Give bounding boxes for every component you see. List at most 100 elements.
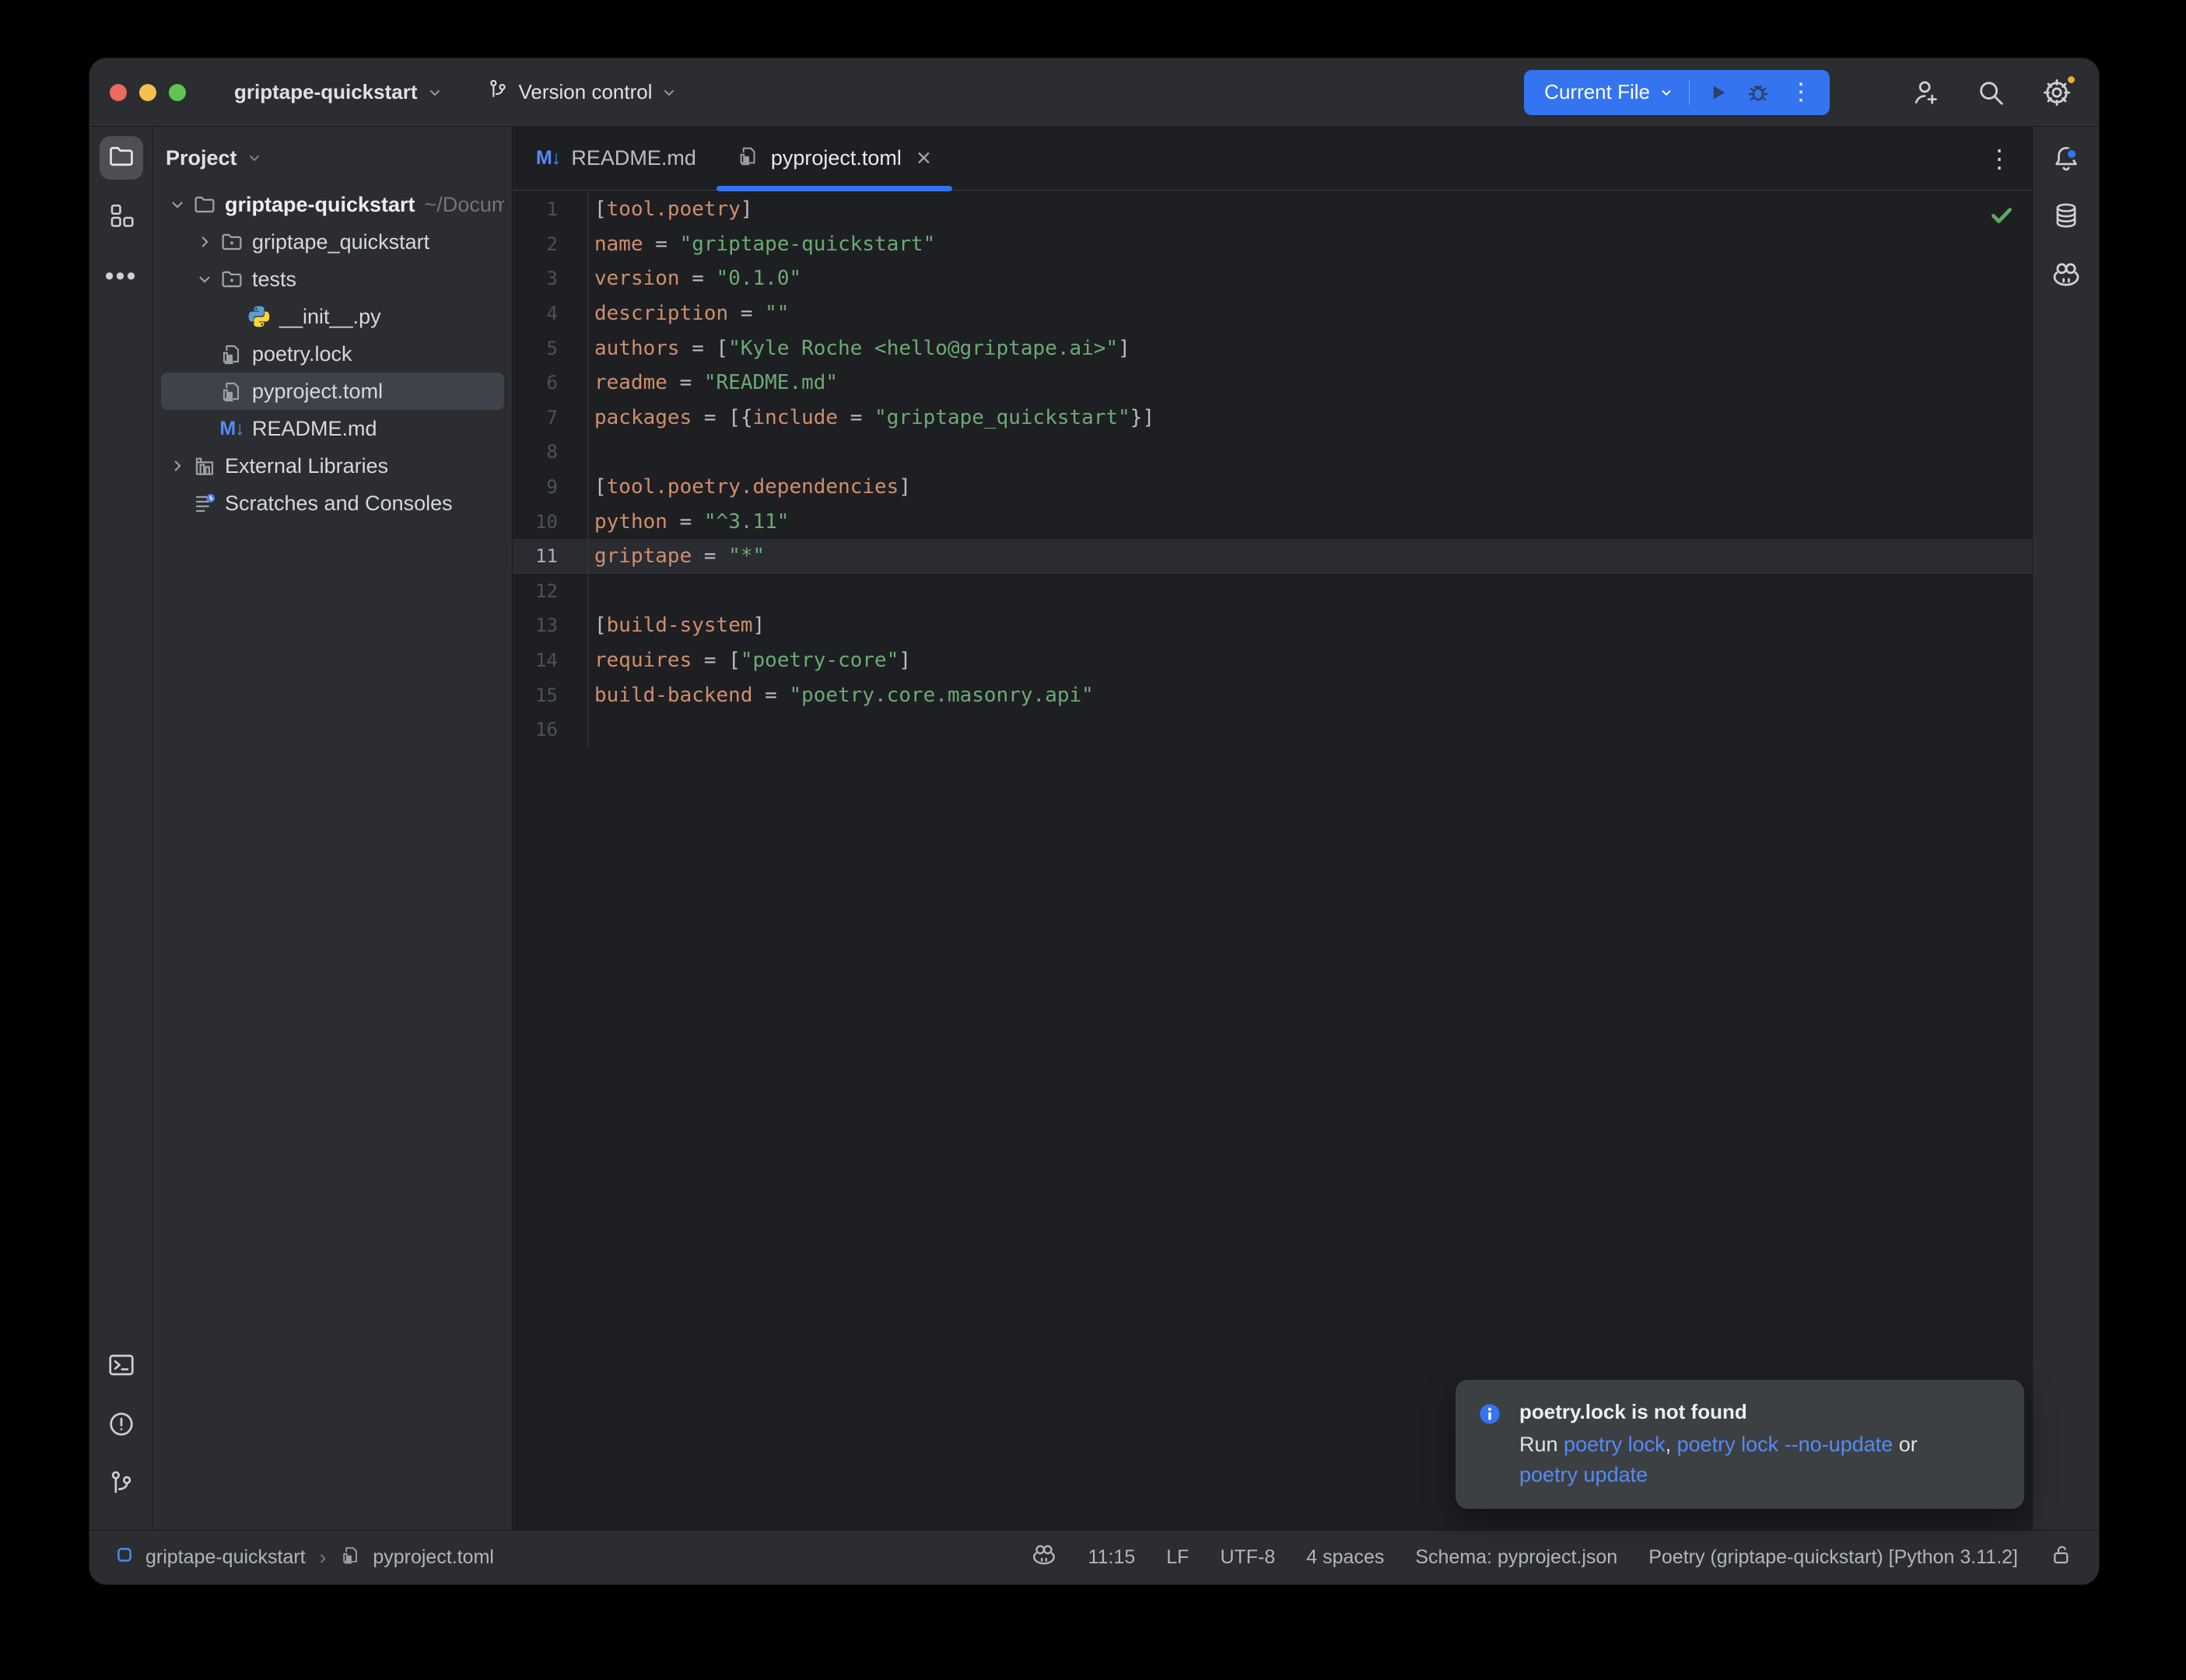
chevron-right-icon[interactable] [164, 457, 191, 474]
close-window-button[interactable] [110, 84, 127, 101]
add-user-button[interactable] [1911, 78, 1940, 107]
more-tool-windows-button[interactable]: ••• [100, 254, 143, 298]
breadcrumb-file[interactable]: pyproject.toml [373, 1546, 494, 1569]
package-folder-icon [218, 229, 246, 254]
line-content: version = "0.1.0" [587, 261, 2032, 296]
editor-options-kebab-icon[interactable]: ⋮ [1987, 127, 2012, 190]
tree-item-readme-md[interactable]: M↓README.md [161, 410, 504, 447]
settings-notification-badge [2065, 74, 2077, 86]
tab-pyproject[interactable]: pyproject.toml ✕ [716, 127, 952, 190]
inspection-ok-check-icon[interactable] [1988, 201, 2015, 232]
code-line-3[interactable]: 3 version = "0.1.0" [513, 261, 2032, 296]
python-interpreter[interactable]: Poetry (griptape-quickstart) [Python 3.1… [1648, 1546, 2018, 1569]
file-encoding[interactable]: UTF-8 [1220, 1546, 1275, 1569]
code-line-13[interactable]: 13[build-system] [513, 608, 2032, 643]
code-editor[interactable]: 1[tool.poetry] 2 name = "griptape-quicksta… [513, 191, 2032, 1530]
database-tool-button[interactable] [2044, 195, 2088, 239]
run-button[interactable] [1705, 80, 1730, 105]
code-line-14[interactable]: 14requires = ["poetry-core"] [513, 643, 2032, 678]
line-number: 10 [513, 511, 558, 533]
run-config-selector[interactable]: Current File [1544, 80, 1673, 104]
code-line-4[interactable]: 4description = "" [513, 296, 2032, 331]
tree-item-tests[interactable]: tests [161, 261, 504, 298]
project-tool-button[interactable] [100, 136, 143, 180]
code-line-16[interactable]: 16 [513, 712, 2032, 747]
code-line-11[interactable]: 11griptape = "*" [513, 539, 2032, 574]
chevron-right-icon[interactable] [191, 233, 218, 250]
code-line-9[interactable]: 9[tool.poetry.dependencies] [513, 470, 2032, 505]
tree-item-griptape-quickstart[interactable]: griptape-quickstart~/Docume [161, 186, 504, 223]
code-line-8[interactable]: 8 [513, 435, 2032, 470]
code-line-12[interactable]: 12 [513, 574, 2032, 609]
tree-item-external-libraries[interactable]: External Libraries [161, 447, 504, 485]
tree-item-pyproject-toml[interactable]: pyproject.toml [161, 373, 504, 410]
copilot-status-icon[interactable] [1031, 1542, 1057, 1573]
tree-item-griptape-quickstart[interactable]: griptape_quickstart [161, 223, 504, 261]
tree-item-poetry-lock[interactable]: poetry.lock [161, 335, 504, 373]
maximize-window-button[interactable] [169, 84, 186, 101]
bell-icon [2051, 143, 2081, 173]
problems-tool-button[interactable] [100, 1404, 143, 1447]
notification-link[interactable]: poetry lock --no-update [1677, 1433, 1893, 1456]
project-selector[interactable]: griptape-quickstart [234, 80, 443, 104]
editor-tab-bar: M↓ README.md pyproject.toml ✕ ⋮ [513, 127, 2032, 191]
tree-item--init-py[interactable]: __init__.py [161, 298, 504, 335]
line-number: 14 [513, 649, 558, 671]
code-line-7[interactable]: 7packages = [{include = "griptape_quicks… [513, 401, 2032, 436]
chevron-down-icon [661, 85, 677, 100]
chevron-down-icon[interactable] [191, 271, 218, 288]
notification-body: Run poetry lock, poetry lock --no-update… [1519, 1430, 1978, 1490]
code-line-5[interactable]: 5authors = ["Kyle Roche <hello@griptape.… [513, 331, 2032, 366]
line-number: 1 [513, 198, 558, 220]
json-schema[interactable]: Schema: pyproject.json [1415, 1546, 1617, 1569]
search-icon[interactable] [1976, 78, 2006, 107]
close-tab-icon[interactable]: ✕ [916, 147, 932, 170]
line-number: 2 [513, 233, 558, 255]
editor-area: M↓ README.md pyproject.toml ✕ ⋮ 1[tool.p… [513, 127, 2032, 1530]
folder-icon [107, 142, 136, 175]
code-line-10[interactable]: 10python = "^3.11" [513, 504, 2032, 539]
breadcrumb-project[interactable]: griptape-quickstart [145, 1546, 306, 1569]
line-content: readme = "README.md" [587, 366, 2032, 401]
tree-item-label: Scratches and Consoles [225, 492, 453, 516]
vcs-widget[interactable]: Version control [486, 78, 678, 107]
line-content: name = "griptape-quickstart" [587, 227, 2032, 262]
notifications-tool-button[interactable] [2044, 136, 2088, 180]
project-panel-header[interactable]: Project [153, 139, 512, 177]
run-more-button[interactable]: ⋮ [1786, 81, 1816, 104]
notification-link[interactable]: poetry lock [1564, 1433, 1666, 1456]
line-content: griptape = "*" [587, 539, 2032, 574]
unlock-icon[interactable] [2049, 1542, 2074, 1573]
line-number: 3 [513, 268, 558, 289]
code-line-6[interactable]: 6readme = "README.md" [513, 366, 2032, 401]
indent-style[interactable]: 4 spaces [1306, 1546, 1384, 1569]
debug-button[interactable] [1746, 80, 1771, 105]
code-line-1[interactable]: 1[tool.poetry] [513, 192, 2032, 227]
terminal-tool-button[interactable] [100, 1345, 143, 1388]
line-number: 16 [513, 719, 558, 740]
notification-link[interactable]: poetry update [1519, 1463, 1648, 1486]
git-tool-button[interactable] [100, 1463, 143, 1507]
toml-icon [218, 341, 246, 366]
tree-item-path: ~/Docume [425, 193, 504, 217]
chevron-down-icon[interactable] [164, 196, 191, 213]
line-number: 13 [513, 614, 558, 636]
title-bar: griptape-quickstart Version control Curr… [89, 58, 2099, 127]
code-line-15[interactable]: 15build-backend = "poetry.core.masonry.a… [513, 677, 2032, 712]
structure-icon [107, 201, 135, 233]
line-separator[interactable]: LF [1166, 1546, 1189, 1569]
project-tree: griptape-quickstart~/Docume griptape_quic… [153, 186, 512, 522]
tree-item-label: griptape_quickstart [252, 230, 429, 254]
chevron-down-icon [247, 150, 262, 166]
run-widget: Current File ⋮ [1524, 70, 1830, 115]
settings-gear-icon[interactable] [2041, 77, 2072, 108]
tree-item-label: poetry.lock [252, 342, 352, 366]
tab-readme[interactable]: M↓ README.md [516, 127, 716, 190]
tree-item-scratches-and-consoles[interactable]: Scratches and Consoles [161, 485, 504, 522]
ai-assistant-tool-button[interactable] [2044, 254, 2088, 298]
code-line-2[interactable]: 2 name = "griptape-quickstart" [513, 227, 2032, 262]
cursor-position[interactable]: 11:15 [1088, 1546, 1136, 1569]
minimize-window-button[interactable] [139, 84, 156, 101]
toml-icon [218, 379, 246, 404]
structure-tool-button[interactable] [100, 195, 143, 239]
